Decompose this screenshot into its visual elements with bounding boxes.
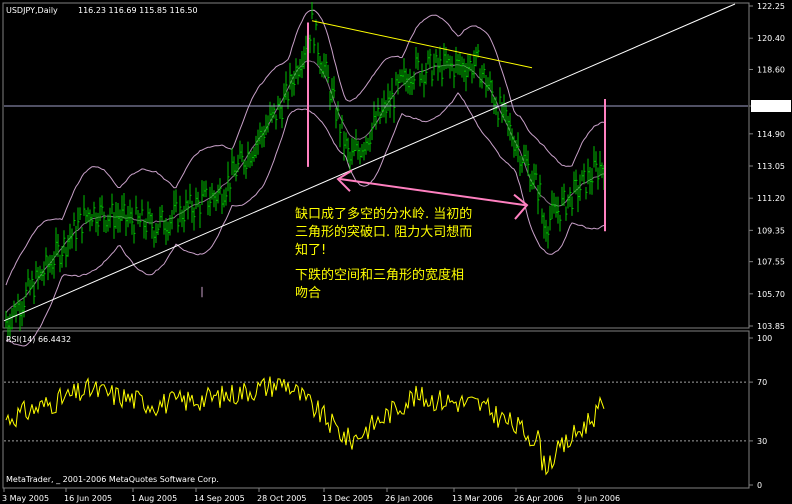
price-tick-label: 113.05 [757,162,785,171]
date-tick-label: 26 Apr 2006 [514,494,563,503]
date-tick-label: 3 May 2005 [2,494,49,503]
price-tick-label: 118.60 [757,65,785,74]
annotation-line-5: 吻合 [295,286,321,301]
date-tick-label: 26 Jan 2006 [385,494,433,503]
annotation-line-2: 三角形的突破口. 阻力大司想而 [295,224,472,240]
price-tick-label: 103.85 [757,322,785,331]
annotation-line-1: 缺口成了多空的分水岭. 当初的 [295,206,472,222]
date-tick-label: 13 Mar 2006 [452,494,503,503]
price-tick-label: 105.70 [757,290,785,299]
rsi-label: RSI(14) 66.4432 [6,335,71,344]
date-tick-label: 9 Jun 2006 [577,494,620,503]
price-tick-label: 111.20 [757,194,785,203]
price-tick-label: 116.50 [757,102,785,111]
rsi-tick-label: 30 [757,437,767,446]
chart-canvas: 122.25 120.40 118.60 116.50 114.90 113.05 111.… [0,0,792,504]
date-tick-label: 28 Oct 2005 [257,494,306,503]
date-tick-label: 1 Aug 2005 [131,494,177,503]
rsi-tick-label: 0 [757,481,762,490]
annotation-line-4: 下跌的空间和三角形的宽度相 [295,267,464,283]
price-tick-label: 109.35 [757,226,785,235]
rsi-tick-label: 100 [757,334,772,343]
rsi-tick-label: 70 [757,378,767,387]
chart-header-ohlc: 116.23 116.69 115.85 116.50 [78,6,198,15]
price-tick-label: 107.55 [757,258,785,267]
date-tick-label: 13 Dec 2005 [322,494,373,503]
price-tick-label: 120.40 [757,34,785,43]
chart-header-symbol: USDJPY,Daily [6,6,58,15]
annotation-line-3: 知了! [295,242,326,258]
date-tick-label: 14 Sep 2005 [194,494,245,503]
price-tick-label: 114.90 [757,130,785,139]
copyright-text: MetaTrader, _ 2001-2006 MetaQuotes Softw… [6,475,219,484]
price-tick-label: 122.25 [757,2,785,11]
date-tick-label: 16 Jun 2005 [64,494,112,503]
